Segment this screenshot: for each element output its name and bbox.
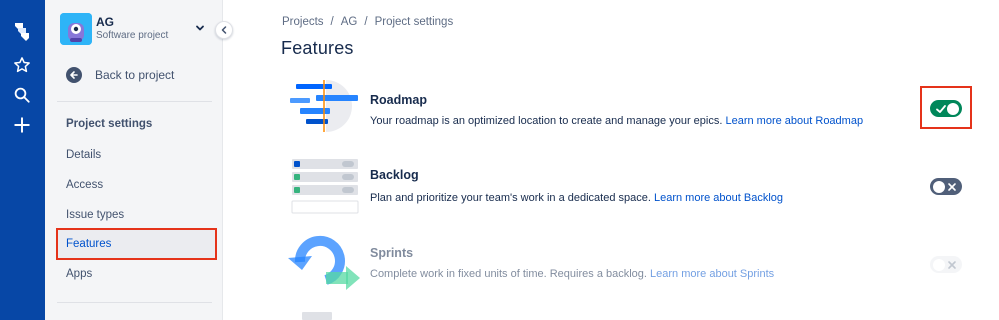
chevron-down-icon[interactable] xyxy=(194,21,206,33)
breadcrumb-separator: / xyxy=(364,16,368,28)
feature-description: Your roadmap is an optimized location to… xyxy=(370,115,863,127)
breadcrumb-project-settings[interactable]: Project settings xyxy=(375,16,454,28)
backlog-illustration xyxy=(291,159,359,214)
sidebar-item-label: Issue types xyxy=(66,209,125,221)
breadcrumb-projects[interactable]: Projects xyxy=(282,16,324,28)
plus-icon[interactable] xyxy=(11,114,33,136)
project-name[interactable]: AG xyxy=(96,15,114,29)
roadmap-illustration xyxy=(290,80,358,132)
search-icon[interactable] xyxy=(11,84,33,106)
breadcrumb-project[interactable]: AG xyxy=(341,16,358,28)
learn-more-backlog-link[interactable]: Learn more about Backlog xyxy=(654,192,783,204)
breadcrumb-separator: / xyxy=(330,16,334,28)
sidebar-item-label: Details xyxy=(66,149,102,161)
sidebar-divider xyxy=(57,302,212,303)
feature-roadmap: Roadmap Your roadmap is an optimized loc… xyxy=(281,78,981,140)
learn-more-sprints-link[interactable]: Learn more about Sprints xyxy=(650,268,774,280)
feature-name: Sprints xyxy=(370,246,414,260)
feature-description: Plan and prioritize your team's work in … xyxy=(370,192,783,204)
sidebar-item-label: Apps xyxy=(66,268,93,280)
arrow-left-icon xyxy=(66,67,82,83)
toggle-knob xyxy=(933,180,945,193)
global-navigation-rail xyxy=(0,0,45,320)
page-title: Features xyxy=(281,38,354,58)
sidebar-item-details[interactable]: Details xyxy=(56,140,217,170)
sidebar-item-label: Features xyxy=(66,238,112,250)
jira-logo-icon[interactable] xyxy=(11,20,33,42)
feature-sprints: Sprints Complete work in fixed units of … xyxy=(281,232,981,294)
feature-name: Roadmap xyxy=(370,93,427,107)
back-to-project-link[interactable]: Back to project xyxy=(66,65,174,85)
feature-name: Backlog xyxy=(370,168,419,182)
sidebar-item-access[interactable]: Access xyxy=(56,170,217,200)
sprints-toggle[interactable] xyxy=(930,256,962,273)
breadcrumb: Projects / AG / Project settings xyxy=(282,16,453,28)
feature-description-text: Your roadmap is an optimized location to… xyxy=(370,115,723,127)
next-feature-illustration xyxy=(302,312,332,320)
sidebar-section-title: Project settings xyxy=(66,118,153,130)
feature-description: Complete work in fixed units of time. Re… xyxy=(370,268,774,280)
close-icon xyxy=(948,260,956,269)
backlog-toggle[interactable] xyxy=(930,178,962,195)
sprints-illustration xyxy=(288,235,360,290)
feature-description-text: Complete work in fixed units of time. Re… xyxy=(370,268,647,280)
project-sidebar: AG Software project Back to project Proj… xyxy=(45,0,223,320)
collapse-sidebar-button[interactable] xyxy=(215,21,233,39)
sidebar-divider xyxy=(57,101,212,102)
sidebar-item-issue-types[interactable]: Issue types xyxy=(56,200,217,230)
close-icon xyxy=(948,182,956,191)
learn-more-roadmap-link[interactable]: Learn more about Roadmap xyxy=(725,115,863,127)
sidebar-item-label: Access xyxy=(66,179,104,191)
chevron-left-icon xyxy=(221,26,227,34)
feature-description-text: Plan and prioritize your team's work in … xyxy=(370,192,651,204)
sidebar-item-features[interactable]: Features xyxy=(56,228,217,260)
toggle-knob xyxy=(933,258,945,271)
back-to-project-label: Back to project xyxy=(95,68,175,82)
sidebar-item-apps[interactable]: Apps xyxy=(56,259,217,289)
project-avatar[interactable] xyxy=(60,13,92,45)
highlight-annotation xyxy=(920,86,972,129)
star-icon[interactable] xyxy=(11,54,33,76)
feature-backlog: Backlog Plan and prioritize your team's … xyxy=(281,157,981,217)
project-type: Software project xyxy=(96,30,169,41)
